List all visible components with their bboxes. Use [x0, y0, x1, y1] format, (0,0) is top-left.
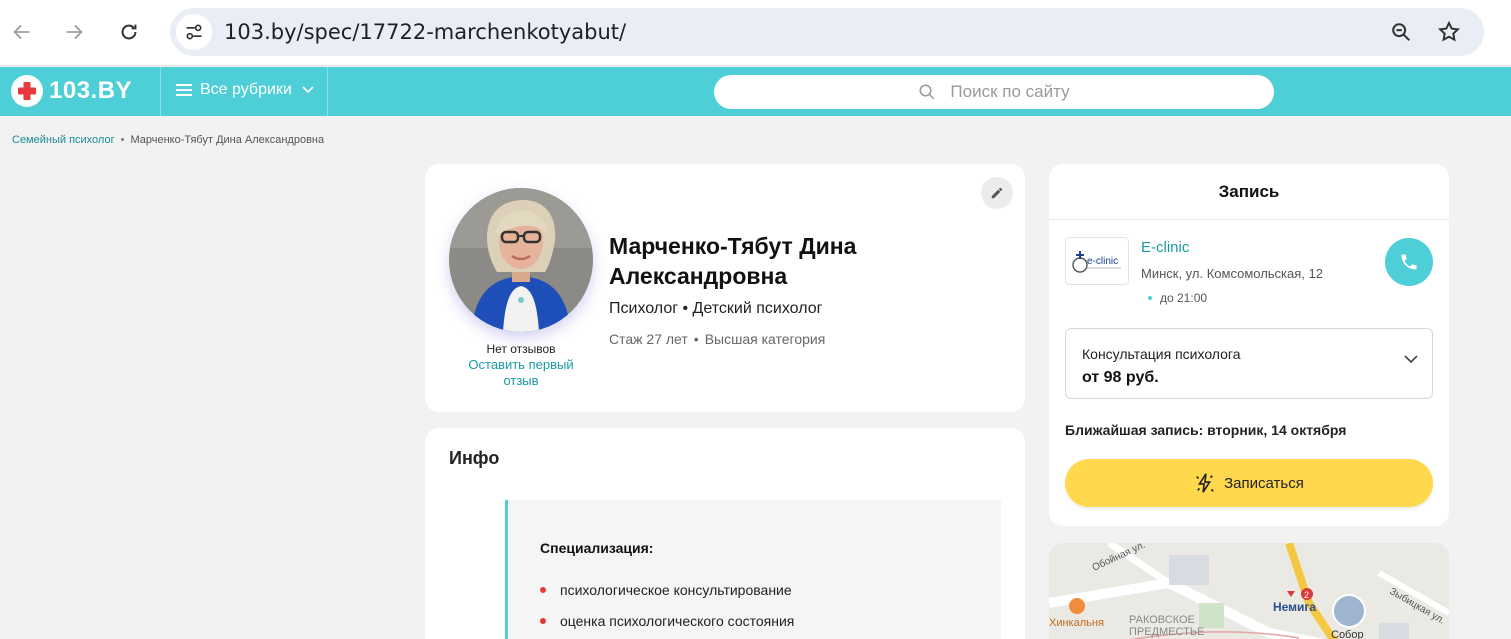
breadcrumb-current: Марченко-Тябут Дина Александровна [130, 134, 325, 146]
edit-button[interactable] [981, 177, 1013, 209]
rubrics-label: Все рубрики [200, 81, 292, 98]
doctor-meta: Стаж 27 лет • Высшая категория [609, 331, 825, 347]
info-title: Инфо [449, 448, 500, 468]
list-item: оценка психологического состояния [540, 613, 794, 629]
clinic-address: Минск, ул. Комсомольская, 12 [1141, 266, 1323, 281]
header-divider [327, 67, 328, 116]
map-district-label: ПРЕДМЕСТЬЕ [1129, 626, 1204, 638]
menu-icon [176, 84, 192, 96]
doctor-specialties: Психолог • Детский психолог [609, 300, 823, 317]
clinic-logo[interactable]: e-clinic [1065, 237, 1129, 285]
site-settings-icon[interactable] [176, 14, 212, 50]
map-district-label: РАКОВСКОЕ [1129, 614, 1195, 626]
category-label: Высшая категория [704, 331, 826, 347]
doctor-name: Марченко-Тябут Дина Александровна [609, 233, 857, 289]
breadcrumb-link-family-psychologist[interactable]: Семейный психолог [12, 134, 115, 146]
specialization-list: психологическое консультирование оценка … [540, 582, 794, 639]
doctor-avatar [449, 188, 593, 332]
specialization-heading: Специализация: [540, 540, 654, 556]
no-reviews-label: Нет отзывов [486, 342, 556, 356]
clinic-hours: до 21:00 [1148, 291, 1207, 305]
lightning-icon [1196, 473, 1214, 493]
chevron-down-icon [302, 86, 314, 94]
search-icon [919, 84, 935, 100]
booking-title: Запись [1049, 164, 1449, 220]
browser-toolbar: 103.by/spec/17722-marchenkotyabut/ [0, 0, 1511, 66]
nearest-appointment: Ближайшая запись: вторник, 14 октября [1065, 422, 1347, 438]
service-select[interactable]: Консультация психолога от 98 руб. [1065, 328, 1433, 399]
reload-icon[interactable] [115, 18, 143, 46]
map-metro-label: Немига [1273, 600, 1316, 614]
bullet-icon [540, 587, 546, 593]
back-icon[interactable] [8, 18, 36, 46]
address-bar[interactable]: 103.by/spec/17722-marchenkotyabut/ [170, 8, 1484, 56]
book-appointment-button[interactable]: Записаться [1065, 459, 1433, 507]
meta-separator: • [693, 331, 699, 347]
map-place-label: Собор [1331, 629, 1364, 639]
service-price: от 98 руб. [1082, 369, 1159, 386]
breadcrumb: Семейный психолог • Марченко-Тябут Дина … [12, 134, 324, 146]
pencil-icon [991, 187, 1003, 199]
booking-card: Запись e-clinic E-clinic Минск, ул. Комс… [1049, 164, 1449, 526]
bookmark-star-icon[interactable] [1436, 19, 1462, 45]
header-divider [160, 67, 161, 116]
leave-first-review-link[interactable]: Оставить первый отзыв [461, 357, 581, 389]
info-card: Инфо Специализация: психологическое конс… [425, 428, 1025, 639]
zoom-icon[interactable] [1388, 19, 1414, 45]
rubrics-menu-button[interactable]: Все рубрики [176, 81, 314, 99]
site-logo[interactable]: 103.BY [11, 75, 132, 107]
status-dot-icon [1148, 296, 1152, 300]
logo-text: 103.BY [49, 77, 133, 104]
map-metro-badge: 2 [1304, 590, 1309, 600]
bullet-icon [540, 618, 546, 624]
map-preview[interactable]: Обойная ул. Зыбицкая ул. Хинкальня РАКОВ… [1049, 543, 1449, 639]
logo-cross-icon [11, 75, 43, 107]
site-header: 103.BY Все рубрики Поиск по сайту [0, 67, 1511, 116]
list-item: психологическое консультирование [540, 582, 794, 598]
url-text[interactable]: 103.by/spec/17722-marchenkotyabut/ [224, 20, 626, 44]
breadcrumb-separator: • [120, 134, 125, 146]
chevron-down-icon [1404, 355, 1418, 364]
search-placeholder: Поиск по сайту [950, 82, 1070, 101]
phone-icon [1401, 254, 1417, 270]
svg-text:e-clinic: e-clinic [1087, 256, 1118, 267]
service-name: Консультация психолога [1082, 346, 1241, 362]
forward-icon[interactable] [60, 18, 88, 46]
profile-card: Нет отзывов Оставить первый отзыв Марчен… [425, 164, 1025, 412]
specialization-box: Специализация: психологическое консульти… [505, 500, 1001, 639]
map-place-label: Хинкальня [1049, 617, 1104, 629]
search-input[interactable]: Поиск по сайту [714, 75, 1274, 109]
clinic-name-link[interactable]: E-clinic [1141, 239, 1189, 256]
call-button[interactable] [1385, 238, 1433, 286]
experience-label: Стаж 27 лет [609, 331, 688, 347]
